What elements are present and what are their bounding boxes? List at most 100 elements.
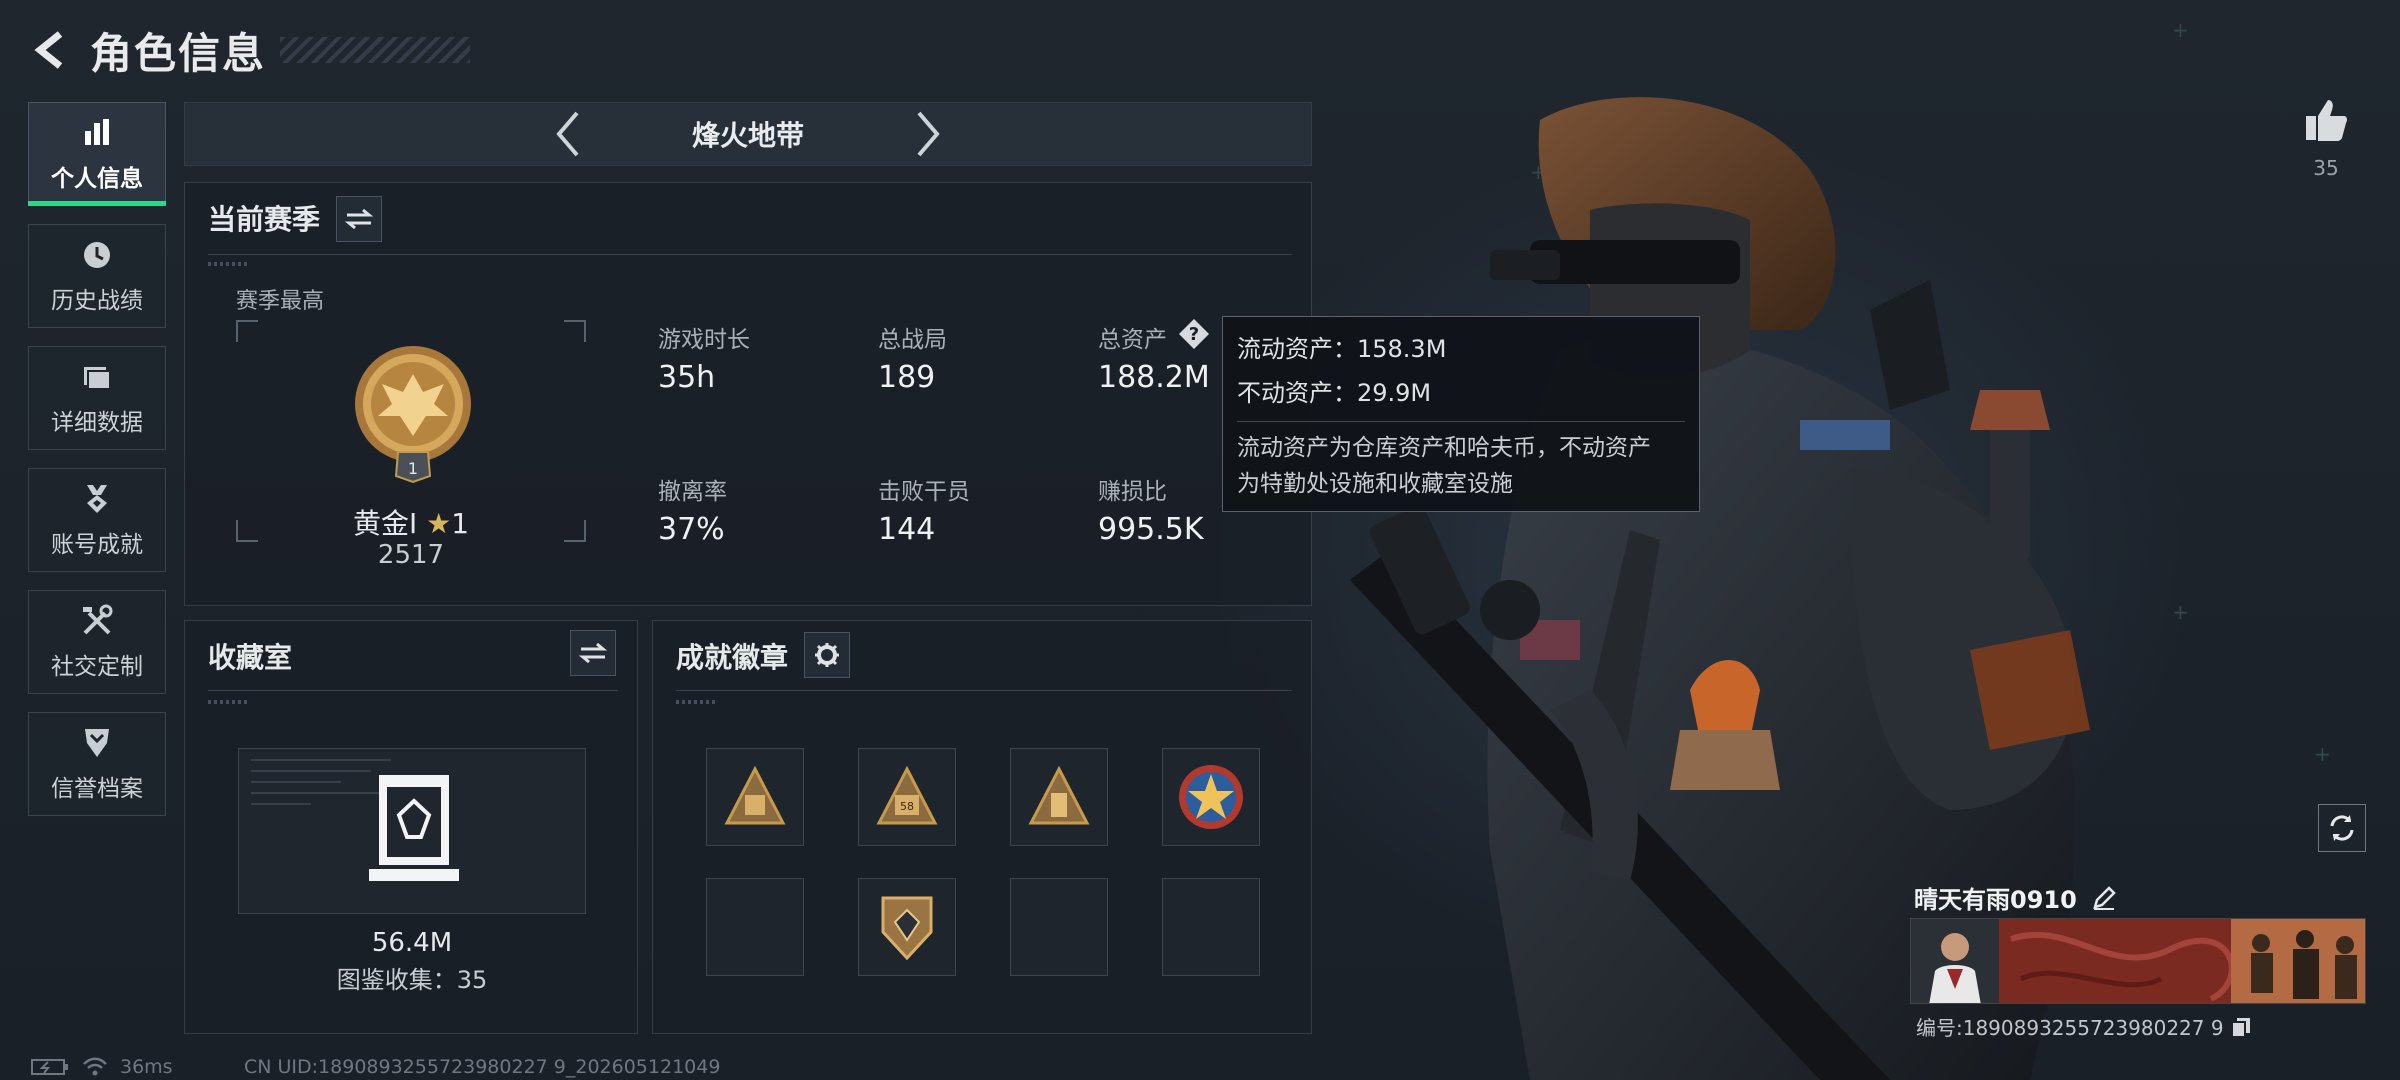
- status-bar: 36ms: [30, 1056, 173, 1078]
- gold-rank-emblem-icon: 1: [355, 346, 471, 484]
- badge-58-text: 58: [900, 800, 914, 813]
- back-arrow-icon: [34, 31, 63, 69]
- stat-label-total-matches: 总战局: [878, 327, 947, 353]
- season-title: 当前赛季: [208, 203, 321, 236]
- tooltip-divider: [1237, 421, 1685, 422]
- chevron-left-icon: [556, 111, 579, 157]
- sidebar-item-label: 信誉档案: [51, 776, 143, 802]
- stat-label-extraction-rate: 撤离率: [658, 479, 727, 505]
- triangle-emblem-icon: [724, 765, 786, 825]
- stat-label-operators-defeated: 击败干员: [878, 479, 970, 505]
- season-divider: [208, 254, 1292, 255]
- player-id-row: 编号:1890893255723980227 9: [1916, 1012, 2252, 1041]
- edit-pencil-icon[interactable]: [2091, 885, 2117, 911]
- copy-icon[interactable]: [2230, 1016, 2252, 1038]
- display-case-icon: [369, 775, 459, 881]
- decorative-dashes: [208, 262, 248, 266]
- back-button[interactable]: [28, 24, 72, 76]
- stat-label-playtime: 游戏时长: [658, 327, 750, 353]
- thumbs-up-icon[interactable]: [2302, 96, 2350, 144]
- map-prev-button[interactable]: [538, 104, 598, 164]
- badges-settings-button[interactable]: [804, 632, 850, 678]
- page-header: 角色信息: [28, 22, 471, 78]
- triangle-box-emblem-icon: [1028, 765, 1090, 825]
- rank-badge-number: 1: [408, 459, 418, 478]
- sidebar-item-label: 社交定制: [51, 654, 143, 680]
- like-area: 35: [2300, 96, 2352, 180]
- sidebar-item-label: 个人信息: [51, 166, 143, 192]
- tooltip-liquid-assets: 流动资产：158.3M: [1237, 335, 1447, 363]
- question-diamond-icon: ?: [1179, 319, 1209, 349]
- badge-slot[interactable]: 58: [858, 748, 956, 846]
- history-clock-icon: [84, 242, 110, 268]
- switch-arrows-icon: [345, 208, 373, 230]
- sidebar-item-label: 账号成就: [51, 532, 143, 558]
- page-title: 角色信息: [90, 28, 267, 78]
- badge-slot[interactable]: [1010, 748, 1108, 846]
- badge-slot-empty[interactable]: [706, 878, 804, 976]
- map-selector: 烽火地带: [184, 102, 1312, 166]
- tools-icon: [83, 604, 113, 635]
- uid-footer: CN UID:1890893255723980227 9_20260512104…: [244, 1056, 721, 1078]
- tooltip-fixed-assets: 不动资产：29.9M: [1237, 379, 1432, 407]
- sidebar-item-detailed-data[interactable]: 详细数据: [28, 346, 166, 450]
- grid-cross-mark: +: [2314, 742, 2331, 766]
- player-banner-art: [1911, 919, 2365, 1003]
- player-banner-card[interactable]: [1910, 918, 2366, 1004]
- decorative-dashes: [676, 700, 716, 704]
- sidebar-item-social-custom[interactable]: 社交定制: [28, 590, 166, 694]
- sidebar-item-personal-info[interactable]: 个人信息: [28, 102, 166, 206]
- rank-name-row: 黄金Ⅰ ★1: [236, 502, 586, 542]
- rank-stars: 1: [451, 507, 470, 540]
- stat-value-total-matches: 189: [878, 360, 936, 395]
- star-seal-emblem-icon: [1179, 765, 1243, 829]
- rank-score: 2517: [377, 540, 445, 570]
- sidebar-nav: 个人信息 历史战绩 详细数据 账号成就 社交定制 信誉档案: [28, 102, 166, 834]
- badges-divider: [676, 690, 1292, 691]
- tooltip-description-line: 流动资产为仓库资产和哈夫币，不动资产: [1237, 435, 1651, 461]
- rank-name: 黄金Ⅰ: [352, 507, 418, 540]
- season-switch-button[interactable]: [336, 196, 382, 242]
- tooltip-description-line: 为特勤处设施和收藏室设施: [1237, 471, 1513, 497]
- badge-slot[interactable]: [858, 878, 956, 976]
- badge-slot[interactable]: [706, 748, 804, 846]
- collection-divider: [208, 690, 618, 691]
- refresh-icon: [2330, 815, 2354, 841]
- badge-slot-empty[interactable]: [1162, 878, 1260, 976]
- sidebar-item-reputation[interactable]: 信誉档案: [28, 712, 166, 816]
- folder-icon: [84, 367, 111, 390]
- stat-value-profit-loss-ratio: 995.5K: [1098, 512, 1204, 547]
- badge-slot-empty[interactable]: [1010, 878, 1108, 976]
- sidebar-item-label: 详细数据: [51, 410, 143, 436]
- collection-count: 图鉴收集：35: [336, 966, 488, 994]
- triangle-58-emblem-icon: 58: [876, 765, 938, 825]
- map-next-button[interactable]: [898, 104, 958, 164]
- chevron-right-icon: [917, 111, 940, 157]
- decorative-dashes: [208, 700, 248, 704]
- asset-help-button[interactable]: ?: [1178, 318, 1210, 350]
- rank-star-icon: ★: [426, 507, 452, 540]
- collection-switch-button[interactable]: [570, 630, 616, 676]
- map-name: 烽火地带: [691, 119, 804, 152]
- player-id: 编号:1890893255723980227 9: [1916, 1016, 2224, 1040]
- bar-chart-icon: [85, 119, 109, 145]
- asset-tooltip: 流动资产：158.3M 不动资产：29.9M 流动资产为仓库资产和哈夫币，不动资…: [1222, 316, 1700, 512]
- grid-cross-mark: +: [2172, 18, 2189, 42]
- svg-text:?: ?: [1189, 324, 1199, 345]
- sidebar-item-label: 历史战绩: [51, 288, 143, 314]
- refresh-appearance-button[interactable]: [2318, 804, 2366, 852]
- collection-showcase[interactable]: [238, 748, 586, 914]
- like-count: 35: [2313, 156, 2339, 180]
- stat-value-operators-defeated: 144: [878, 512, 936, 547]
- badge-slot[interactable]: [1162, 748, 1260, 846]
- stat-value-playtime: 35h: [658, 360, 716, 395]
- season-best-label: 赛季最高: [236, 289, 325, 314]
- stat-value-extraction-rate: 37%: [658, 512, 725, 547]
- achievement-medal-icon: [87, 485, 107, 513]
- sidebar-item-achievements[interactable]: 账号成就: [28, 468, 166, 572]
- stat-value-total-assets: 188.2M: [1098, 360, 1210, 395]
- wifi-icon: [83, 1057, 107, 1076]
- collection-title: 收藏室: [208, 641, 293, 674]
- player-name-row: 晴天有雨0910: [1914, 880, 2117, 915]
- sidebar-item-history[interactable]: 历史战绩: [28, 224, 166, 328]
